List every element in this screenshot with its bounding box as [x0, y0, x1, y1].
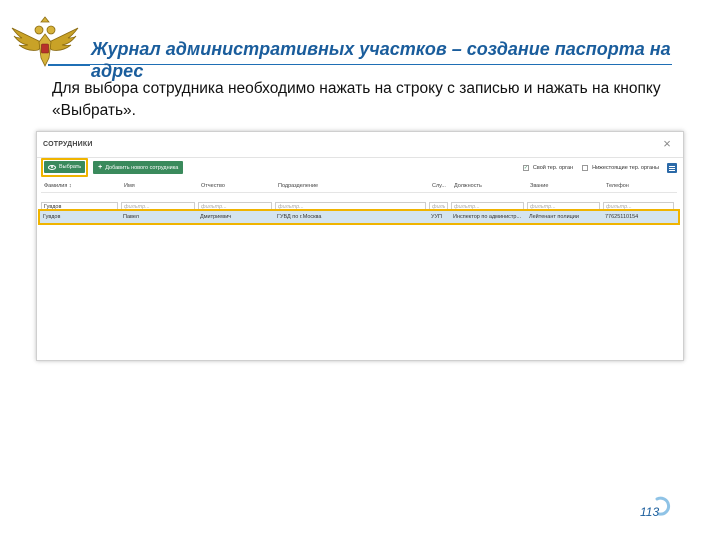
employees-dialog: СОТРУДНИКИ × Выбрать + Добавить нового с… [36, 131, 684, 361]
column-header-service[interactable]: Слу... [429, 180, 451, 192]
dialog-title: СОТРУДНИКИ [43, 141, 93, 148]
title-accent-line [48, 64, 90, 66]
own-org-checkbox[interactable]: ✓ [522, 165, 529, 171]
employees-table: Фамилия ↕ Имя Отчество Подразделение Слу… [38, 180, 680, 225]
cell-firstname: Павел [123, 214, 139, 220]
sub-orgs-label: Нижестоящие тер. органы [592, 165, 659, 171]
own-org-label: Свой тер. орган [532, 165, 574, 171]
org-filters: ✓ Свой тер. орган Нижестоящие тер. орган… [522, 163, 677, 173]
column-header-lastname[interactable]: Фамилия ↕ [41, 180, 121, 192]
cell-lastname: Гувдов [43, 214, 61, 220]
add-employee-button[interactable]: + Добавить нового сотрудника [93, 161, 184, 174]
column-header-rank[interactable]: Звание [527, 180, 603, 192]
cell-phone: 77625110154 [605, 214, 639, 220]
sub-orgs-checkbox[interactable] [582, 165, 589, 171]
select-button-highlight: Выбрать [41, 158, 89, 177]
cell-position: Инспектор по администр... [453, 214, 522, 220]
add-employee-label: Добавить нового сотрудника [105, 164, 179, 171]
cell-service: УУП [431, 214, 442, 220]
column-header-middlename[interactable]: Отчество [198, 180, 275, 192]
instruction-text: Для выбора сотрудника необходимо нажать … [52, 80, 661, 119]
select-button-label: Выбрать [59, 164, 82, 170]
menu-icon[interactable] [667, 163, 677, 173]
cell-middlename: Дмитриевич [200, 214, 232, 220]
page-number: 113 [640, 505, 660, 519]
table-row[interactable]: Гувдов Павел Дмитриевич ГУВД по г.Москва… [40, 211, 678, 223]
column-header-position[interactable]: Должность [451, 180, 527, 192]
cell-department: ГУВД по г.Москва [277, 214, 322, 220]
dialog-divider [37, 157, 683, 158]
plus-icon: + [98, 164, 103, 171]
column-header-firstname[interactable]: Имя [121, 180, 198, 192]
filter-row [41, 195, 677, 212]
dialog-toolbar: Выбрать + Добавить нового сотрудника [41, 158, 184, 177]
select-button[interactable]: Выбрать [44, 161, 86, 173]
close-icon[interactable]: × [661, 137, 673, 150]
slide-title: Журнал административных участков – созда… [91, 39, 671, 81]
selected-row-highlight[interactable]: Гувдов Павел Дмитриевич ГУВД по г.Москва… [38, 209, 680, 225]
column-header-phone[interactable]: Телефон [603, 180, 677, 192]
column-header-department[interactable]: Подразделение [275, 180, 429, 192]
cell-rank: Лейтенант полиции [529, 214, 579, 220]
eye-icon [48, 164, 56, 170]
table-header: Фамилия ↕ Имя Отчество Подразделение Слу… [41, 180, 677, 193]
